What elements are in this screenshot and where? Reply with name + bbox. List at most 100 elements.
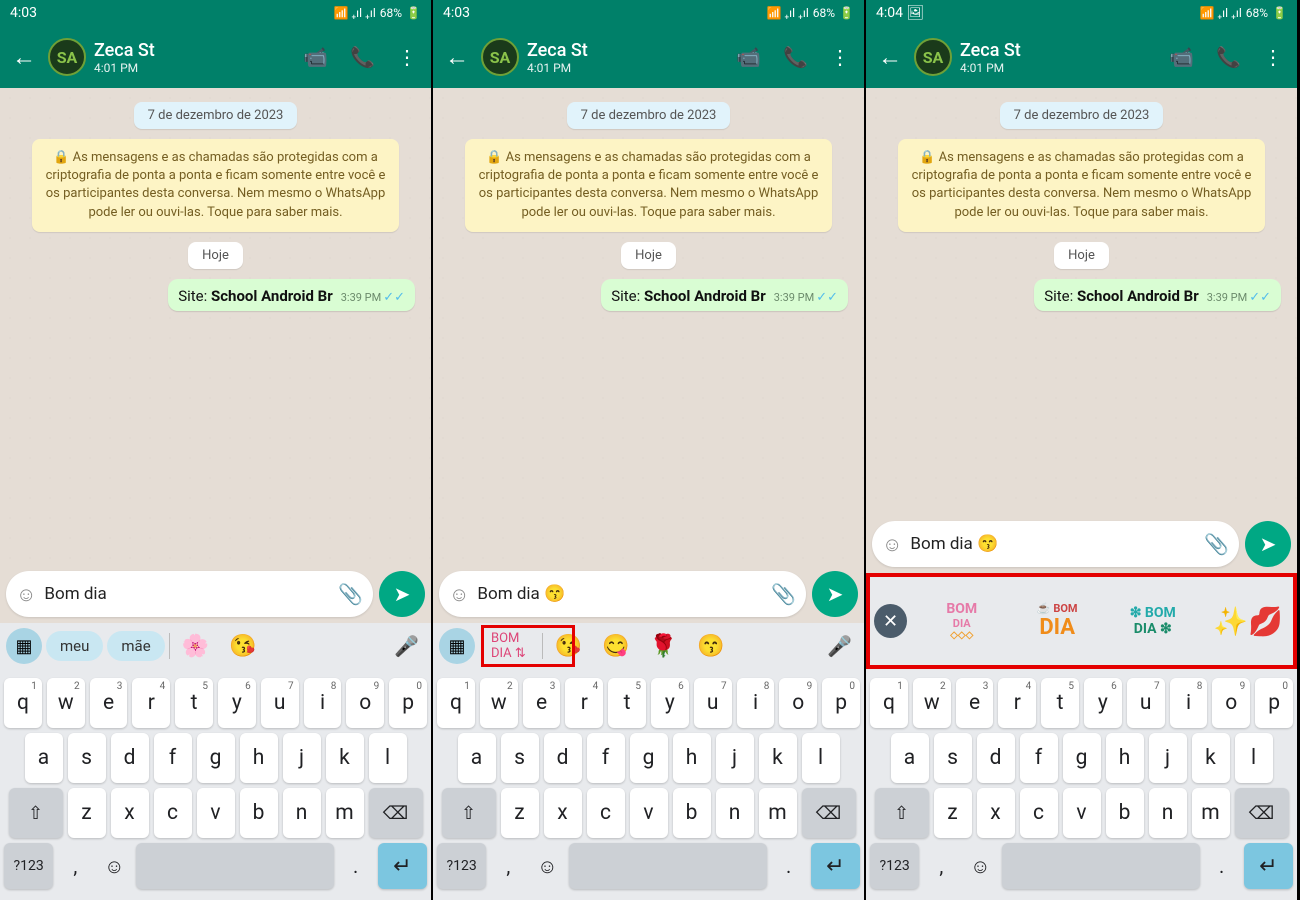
attach-icon[interactable]: 📎 [1204,532,1229,556]
key-f[interactable]: f [587,733,625,783]
contact-block[interactable]: Zeca St 4:01 PM [960,40,1161,75]
encryption-notice[interactable]: 🔒 As mensagens e as chamadas são protegi… [898,139,1265,232]
shift-key[interactable]: ⇧ [875,788,929,838]
more-icon[interactable]: ⋮ [830,45,850,69]
comma-key[interactable]: , [491,843,525,889]
key-e[interactable]: e3 [90,678,128,728]
key-h[interactable]: h [673,733,711,783]
mic-icon[interactable]: 🎤 [821,630,858,662]
key-t[interactable]: t5 [1041,678,1079,728]
avatar[interactable]: SA [48,38,86,76]
key-s[interactable]: s [501,733,539,783]
key-n[interactable]: n [716,788,754,838]
back-icon[interactable]: ← [441,39,473,76]
chat-area[interactable]: 7 de dezembro de 2023 🔒 As mensagens e a… [866,88,1297,515]
period-key[interactable]: . [772,843,806,889]
sticker-option[interactable]: ❇ BOMDIA ❇ [1112,584,1194,658]
symbols-key[interactable]: ?123 [870,843,919,889]
sticker-option[interactable]: BOMDIA◇◇◇ [921,584,1003,658]
key-r[interactable]: r4 [565,678,603,728]
suggestion-emoji[interactable]: 😙 [689,630,732,663]
key-t[interactable]: t5 [175,678,213,728]
enter-key[interactable]: ↵ [811,843,860,889]
key-r[interactable]: r4 [998,678,1036,728]
sticker-option[interactable]: ✨💋 [1207,584,1289,658]
key-c[interactable]: c [587,788,625,838]
key-w[interactable]: w2 [480,678,518,728]
key-l[interactable]: l [802,733,840,783]
key-h[interactable]: h [240,733,278,783]
key-g[interactable]: g [1063,733,1101,783]
suggestion-word[interactable]: mãe [107,631,164,661]
contact-block[interactable]: Zeca St 4:01 PM [94,40,295,75]
key-y[interactable]: y6 [651,678,689,728]
key-c[interactable]: c [1020,788,1058,838]
shift-key[interactable]: ⇧ [442,788,496,838]
key-b[interactable]: b [1106,788,1144,838]
video-call-icon[interactable]: 📹 [1169,45,1194,69]
key-i[interactable]: i8 [304,678,342,728]
key-q[interactable]: q1 [437,678,475,728]
key-e[interactable]: e3 [523,678,561,728]
message-input[interactable]: Bom dia [44,584,330,604]
key-m[interactable]: m [759,788,797,838]
message-input-box[interactable]: ☺ Bom dia 😙 📎 [872,521,1239,567]
outgoing-message[interactable]: Site: School Android Br 3:39 PM✓✓ [1034,279,1281,311]
key-y[interactable]: y6 [1084,678,1122,728]
emoji-picker-icon[interactable]: ☺ [16,582,36,607]
key-p[interactable]: p0 [389,678,427,728]
attach-icon[interactable]: 📎 [338,582,363,606]
symbols-key[interactable]: ?123 [4,843,53,889]
spacebar-key[interactable] [136,843,333,889]
key-a[interactable]: a [891,733,929,783]
chat-area[interactable]: 7 de dezembro de 2023 🔒 As mensagens e a… [433,88,864,565]
key-u[interactable]: u7 [694,678,732,728]
key-u[interactable]: u7 [261,678,299,728]
suggestion-emoji[interactable]: 🌹 [642,630,685,663]
symbols-key[interactable]: ?123 [437,843,486,889]
key-o[interactable]: o9 [1212,678,1250,728]
outgoing-message[interactable]: Site: School Android Br 3:39 PM✓✓ [168,279,415,311]
key-z[interactable]: z [68,788,106,838]
more-icon[interactable]: ⋮ [1263,45,1283,69]
key-y[interactable]: y6 [218,678,256,728]
key-p[interactable]: p0 [1255,678,1293,728]
key-l[interactable]: l [369,733,407,783]
key-n[interactable]: n [1149,788,1187,838]
key-a[interactable]: a [458,733,496,783]
key-m[interactable]: m [1192,788,1230,838]
mic-icon[interactable]: 🎤 [388,630,425,662]
key-k[interactable]: k [1192,733,1230,783]
video-call-icon[interactable]: 📹 [303,45,328,69]
key-d[interactable]: d [111,733,149,783]
close-sticker-icon[interactable]: ✕ [874,604,907,638]
more-icon[interactable]: ⋮ [397,45,417,69]
key-j[interactable]: j [1149,733,1187,783]
emoji-picker-icon[interactable]: ☺ [882,532,902,557]
voice-call-icon[interactable]: 📞 [783,45,808,69]
key-j[interactable]: j [716,733,754,783]
emoji-key[interactable]: ☺ [97,843,131,889]
message-input-box[interactable]: ☺ Bom dia 📎 [6,571,373,617]
key-e[interactable]: e3 [956,678,994,728]
key-v[interactable]: v [1063,788,1101,838]
suggestion-emoji[interactable]: 🌸 [174,630,217,663]
send-button[interactable]: ➤ [812,571,858,617]
send-button[interactable]: ➤ [379,571,425,617]
key-i[interactable]: i8 [737,678,775,728]
key-o[interactable]: o9 [779,678,817,728]
backspace-key[interactable]: ⌫ [369,788,423,838]
key-x[interactable]: x [544,788,582,838]
avatar[interactable]: SA [481,38,519,76]
key-c[interactable]: c [154,788,192,838]
key-w[interactable]: w2 [47,678,85,728]
suggestion-emoji[interactable]: 😘 [221,630,264,663]
suggestion-emoji[interactable]: 😘 [547,630,590,663]
key-f[interactable]: f [154,733,192,783]
key-k[interactable]: k [326,733,364,783]
sticker-option[interactable]: ☕ BOMDIA [1016,584,1098,658]
key-b[interactable]: b [240,788,278,838]
emoji-key[interactable]: ☺ [963,843,997,889]
key-s[interactable]: s [68,733,106,783]
key-l[interactable]: l [1235,733,1273,783]
